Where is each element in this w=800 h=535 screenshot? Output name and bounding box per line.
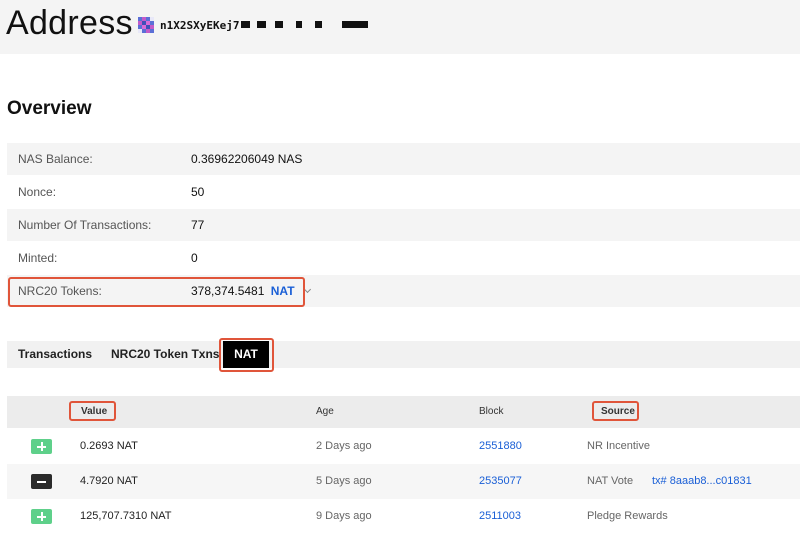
tab-bar: Transactions NRC20 Token Txns NAT — [7, 341, 800, 368]
overview-row-minted: Minted: 0 — [7, 242, 800, 274]
row-age: 5 Days ago — [316, 475, 372, 487]
tab-nrc20-token-txns[interactable]: NRC20 Token Txns — [111, 341, 219, 368]
overview-value: 0.36962206049 NAS — [191, 152, 303, 166]
overview-row-nonce: Nonce: 50 — [7, 176, 800, 208]
row-value: 4.7920 NAT — [80, 475, 138, 487]
row-source: Pledge Rewards — [587, 510, 668, 522]
page-title: Address — [6, 4, 133, 42]
overview-label: NAS Balance: — [18, 152, 93, 166]
table-row: 0.2693 NAT 2 Days ago 2551880 NR Incenti… — [7, 429, 800, 464]
plus-icon — [31, 439, 52, 454]
tab-nat[interactable]: NAT — [223, 341, 269, 368]
tab-transactions[interactable]: Transactions — [18, 341, 92, 368]
row-tx-link[interactable]: tx# 8aaab8...c01831 — [652, 464, 752, 499]
address-text: n1X2SXyEKej7 — [160, 18, 240, 32]
header-age: Age — [316, 406, 334, 417]
table-row: 125,707.7310 NAT 9 Days ago 2511003 Pled… — [7, 499, 800, 534]
nrc20-token-dropdown[interactable]: 378,374.5481 NAT — [191, 284, 311, 298]
row-value: 125,707.7310 NAT — [80, 510, 172, 522]
overview-value: 50 — [191, 185, 205, 199]
table-header: Value Age Block Source — [7, 396, 800, 428]
overview-row-transactions: Number Of Transactions: 77 — [7, 209, 800, 241]
header-source: Source — [601, 406, 635, 417]
chevron-down-icon[interactable] — [303, 285, 311, 294]
token-amount: 378,374.5481 — [191, 284, 265, 298]
minus-icon — [31, 474, 52, 489]
overview-label: Number Of Transactions: — [18, 218, 152, 232]
address-redaction — [241, 16, 368, 34]
row-age: 2 Days ago — [316, 440, 372, 452]
overview-value: 0 — [191, 251, 198, 265]
overview-label: Nonce: — [18, 185, 57, 199]
token-symbol-link[interactable]: NAT — [271, 284, 295, 298]
row-block-link[interactable]: 2551880 — [479, 429, 522, 464]
overview-value: 77 — [191, 218, 205, 232]
row-value: 0.2693 NAT — [80, 440, 138, 452]
table-row: 4.7920 NAT 5 Days ago 2535077 NAT Vote t… — [7, 464, 800, 499]
row-source: NR Incentive — [587, 440, 650, 452]
header-value: Value — [81, 406, 108, 417]
header-block: Block — [479, 406, 504, 417]
page-header: Address n1X2SXyEKej7 — [0, 0, 800, 54]
overview-label: Minted: — [18, 251, 58, 265]
overview-label: NRC20 Tokens: — [18, 284, 102, 298]
row-block-link[interactable]: 2511003 — [479, 499, 521, 534]
overview-row-nrc20-tokens: NRC20 Tokens: 378,374.5481 NAT — [7, 275, 800, 307]
address-avatar-icon — [138, 17, 154, 33]
address-display: n1X2SXyEKej7 — [138, 16, 368, 34]
overview-row-balance: NAS Balance: 0.36962206049 NAS — [7, 143, 800, 175]
row-source: NAT Vote — [587, 475, 634, 487]
row-age: 9 Days ago — [316, 510, 372, 522]
row-block-link[interactable]: 2535077 — [479, 464, 522, 499]
plus-icon — [31, 509, 52, 524]
overview-title: Overview — [7, 98, 92, 119]
